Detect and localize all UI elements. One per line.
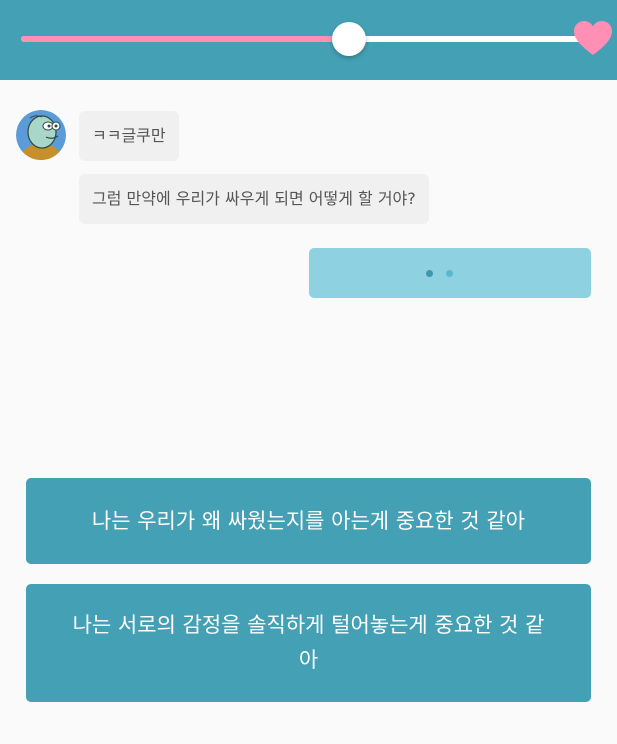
message-bubble: ㅋㅋ글쿠만 [79,111,179,161]
choice-button-1[interactable]: 나는 우리가 왜 싸웠는지를 아는게 중요한 것 같아 [26,478,591,564]
choice-button-2[interactable]: 나는 서로의 감정을 솔직하게 털어놓는게 중요한 것 같아 [26,584,591,702]
chat-app: ㅋㅋ글쿠만 그럼 만약에 우리가 싸우게 되면 어떻게 할 거야? 나는 우리가… [0,0,617,744]
progress-thumb[interactable] [331,22,366,56]
message-text: 그럼 만약에 우리가 싸우게 되면 어떻게 할 거야? [92,189,416,208]
choice-label: 나는 서로의 감정을 솔직하게 털어놓는게 중요한 것 같아 [72,613,545,672]
typing-dot [446,270,453,277]
message-bubble: 그럼 만약에 우리가 싸우게 되면 어떻게 할 거야? [79,174,429,224]
message-text: ㅋㅋ글쿠만 [92,126,166,145]
chat-area: ㅋㅋ글쿠만 그럼 만약에 우리가 싸우게 되면 어떻게 할 거야? [0,80,617,470]
header-bar [0,0,617,80]
choice-label: 나는 우리가 왜 싸웠는지를 아는게 중요한 것 같아 [91,508,526,533]
progress-fill [21,36,349,42]
typing-dot [426,270,433,277]
progress-slider[interactable] [21,22,592,56]
character-avatar [16,110,66,160]
typing-indicator [309,248,591,298]
heart-icon [574,21,612,55]
